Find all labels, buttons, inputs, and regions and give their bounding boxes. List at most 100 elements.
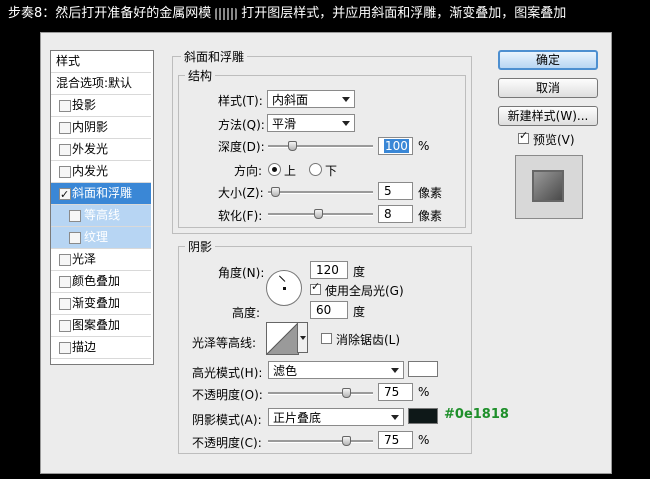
highlight-opacity-slider[interactable] [268,388,373,398]
direction-up-label: 上 [284,164,297,178]
highlight-opacity-handle[interactable] [342,388,351,398]
style-checkbox[interactable] [59,166,71,178]
tutorial-caption: 步奏8：然后打开准备好的金属网模 打开图层样式，并应用斜面和浮雕，渐变叠加，图案叠… [0,0,650,28]
technique-select[interactable]: 平滑 [267,114,355,132]
soften-label: 软化(F): [218,209,263,223]
preview-checkbox[interactable] [518,129,529,144]
antialias-checkbox[interactable] [321,333,332,344]
technique-value: 平滑 [272,117,297,131]
shadow-opacity-label: 不透明度(C): [192,436,262,450]
gloss-contour-label: 光泽等高线: [192,336,257,350]
direction-down-radio[interactable] [309,163,322,176]
chevron-down-icon [300,336,306,340]
style-list: 样式 混合选项:默认 投影内阴影外发光内发光斜面和浮雕等高线纹理光泽颜色叠加渐变… [50,50,154,365]
list-item-label: 纹理 [84,230,109,244]
style-checkbox[interactable] [59,298,71,310]
shadow-opacity-handle[interactable] [342,436,351,446]
gloss-contour-picker[interactable] [266,322,299,355]
list-item-label: 等高线 [84,208,121,222]
highlight-mode-select[interactable]: 滤色 [268,361,404,379]
contour-dropdown-button[interactable] [297,322,308,353]
style-preview-box [515,155,583,219]
altitude-label: 高度: [232,306,261,320]
style-checkbox[interactable] [59,184,71,205]
style-checkbox[interactable] [59,276,71,288]
list-item-style[interactable]: 图案叠加 [51,315,151,337]
list-item-label: 外发光 [72,142,109,156]
altitude-unit: 度 [353,305,366,319]
global-light-checkbox[interactable] [310,280,321,295]
angle-input[interactable]: 120 [310,261,348,279]
depth-input[interactable]: 100 [378,137,413,155]
shadow-color-swatch[interactable] [408,408,438,424]
technique-label: 方法(Q): [218,118,265,132]
list-item-label: 颜色叠加 [72,274,121,288]
size-slider[interactable] [268,187,373,197]
angle-dial[interactable] [266,270,302,306]
list-item-style[interactable]: 颜色叠加 [51,271,151,293]
highlight-opacity-input[interactable]: 75 [378,383,413,401]
shadow-mode-label: 阴影模式(A): [192,413,262,427]
highlight-opacity-unit: % [418,385,430,399]
logo-icon [215,7,238,20]
style-checkbox[interactable] [59,342,71,354]
list-item-style[interactable]: 纹理 [51,227,151,249]
size-unit: 像素 [418,186,443,200]
depth-label: 深度(D): [218,140,265,154]
list-item-style[interactable]: 等高线 [51,205,151,227]
soften-slider-handle[interactable] [314,209,323,219]
list-item-style[interactable]: 投影 [51,95,151,117]
depth-value: 100 [384,139,409,153]
bevel-style-select[interactable]: 内斜面 [267,90,355,108]
bevel-group-title: 斜面和浮雕 [181,48,248,65]
size-label: 大小(Z): [218,186,264,200]
soften-input[interactable]: 8 [378,205,413,223]
soften-slider[interactable] [268,209,373,219]
list-item-style[interactable]: 外发光 [51,139,151,161]
highlight-opacity-label: 不透明度(O): [192,388,263,402]
angle-value: 120 [316,263,339,277]
angle-needle-icon [278,275,286,282]
list-item-style[interactable]: 渐变叠加 [51,293,151,315]
chevron-down-icon [342,121,350,126]
shadow-opacity-slider[interactable] [268,436,373,446]
depth-slider-handle[interactable] [288,141,297,151]
highlight-mode-value: 滤色 [273,364,298,378]
direction-label: 方向: [234,164,263,178]
style-checkbox[interactable] [59,254,71,266]
list-item-label: 内发光 [72,164,109,178]
style-label: 样式(T): [218,94,263,108]
altitude-input[interactable]: 60 [310,301,348,319]
list-item-style[interactable]: 描边 [51,337,151,359]
ok-button[interactable]: 确定 [498,50,598,70]
list-item-label: 投影 [72,98,97,112]
size-value: 5 [384,184,392,198]
list-item-style[interactable]: 内发光 [51,161,151,183]
list-item-style[interactable]: 斜面和浮雕 [51,183,151,205]
contour-curve-icon [266,322,299,355]
shadow-mode-select[interactable]: 正片叠底 [268,408,404,426]
direction-up-radio[interactable] [268,163,281,176]
list-item-style[interactable]: 光泽 [51,249,151,271]
size-slider-handle[interactable] [271,187,280,197]
preview-thumbnail [532,170,564,202]
list-item-blending-options[interactable]: 混合选项:默认 [51,73,151,95]
list-header-styles[interactable]: 样式 [51,51,151,73]
depth-slider[interactable] [268,141,373,151]
style-checkbox[interactable] [69,232,81,244]
style-checkbox[interactable] [59,100,71,112]
shadow-mode-value: 正片叠底 [273,411,322,425]
caption-text-2: 打开图层样式，并应用斜面和浮雕，渐变叠加，图案叠加 [241,6,567,21]
list-item-style[interactable]: 内阴影 [51,117,151,139]
soften-value: 8 [384,207,392,221]
shadow-opacity-input[interactable]: 75 [378,431,413,449]
new-style-button[interactable]: 新建样式(W)... [498,106,598,126]
cancel-button[interactable]: 取消 [498,78,598,98]
style-checkbox[interactable] [59,122,71,134]
caption-text-1: 步奏8：然后打开准备好的金属网模 [8,6,212,21]
highlight-color-swatch[interactable] [408,361,438,377]
style-checkbox[interactable] [69,210,81,222]
size-input[interactable]: 5 [378,182,413,200]
style-checkbox[interactable] [59,320,71,332]
style-checkbox[interactable] [59,144,71,156]
